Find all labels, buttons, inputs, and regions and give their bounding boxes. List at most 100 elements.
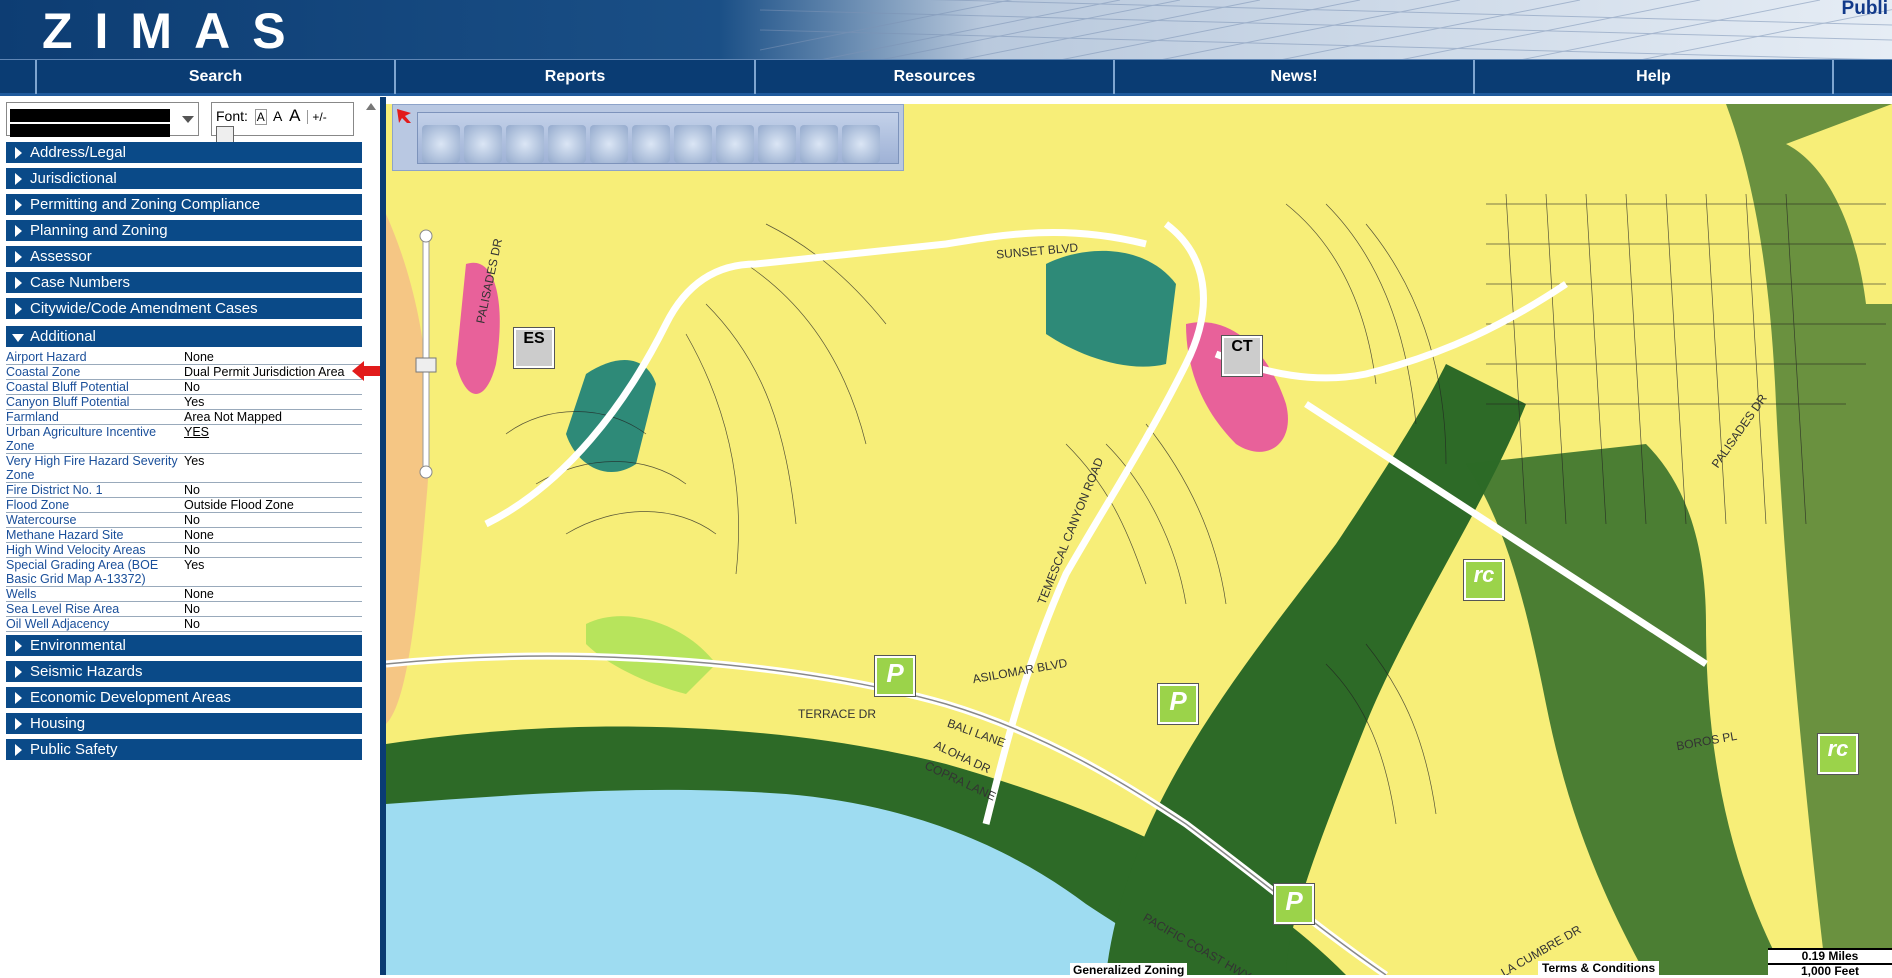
- section-case-numbers[interactable]: Case Numbers: [6, 272, 362, 294]
- section-label: Additional: [30, 328, 96, 345]
- row-key[interactable]: Urban Agriculture Incentive Zone: [6, 425, 181, 453]
- nav-more[interactable]: [1832, 60, 1892, 94]
- info-row: Flood Zone Outside Flood Zone: [6, 498, 362, 513]
- row-key[interactable]: Coastal Zone: [6, 365, 181, 379]
- row-key[interactable]: Very High Fire Hazard Severity Zone: [6, 454, 181, 482]
- row-key[interactable]: Oil Well Adjacency: [6, 617, 181, 631]
- nav-resources[interactable]: Resources: [754, 60, 1113, 94]
- row-key[interactable]: Sea Level Rise Area: [6, 602, 181, 616]
- section-label: Jurisdictional: [30, 170, 117, 187]
- nav-search[interactable]: Search: [35, 60, 394, 94]
- info-row: Fire District No. 1 No: [6, 483, 362, 498]
- redacted-value: [10, 109, 170, 122]
- close-toolbar-icon[interactable]: [397, 109, 411, 123]
- courthouse-ct-icon[interactable]: CT: [1222, 336, 1262, 376]
- row-key[interactable]: Airport Hazard: [6, 350, 181, 364]
- row-key[interactable]: Flood Zone: [6, 498, 181, 512]
- row-value: Yes: [184, 454, 205, 468]
- row-value: No: [184, 543, 200, 557]
- info-row: Airport Hazard None: [6, 350, 362, 365]
- map-toolbar: [392, 104, 904, 171]
- scale-bar: 0.19 Miles 1,000 Feet: [1768, 948, 1892, 977]
- expand-icon: [15, 147, 22, 159]
- row-value: No: [184, 602, 200, 616]
- font-medium-button[interactable]: A: [273, 108, 282, 124]
- zoom-in-icon[interactable]: [419, 229, 433, 243]
- chevron-down-icon: [182, 116, 194, 123]
- locate-icon[interactable]: [464, 125, 502, 163]
- info-row: Special Grading Area (BOE Basic Grid Map…: [6, 558, 362, 587]
- address-select[interactable]: [6, 102, 199, 137]
- recreation-center-icon[interactable]: rc: [1818, 734, 1858, 774]
- row-key[interactable]: Methane Hazard Site: [6, 528, 181, 542]
- parking-p-icon[interactable]: P: [875, 656, 915, 696]
- parking-p-icon[interactable]: P: [1274, 884, 1314, 924]
- school-es-icon[interactable]: ES: [514, 328, 554, 368]
- info-row: Sea Level Rise Area No: [6, 602, 362, 617]
- expand-icon: [15, 303, 22, 315]
- checklist-icon[interactable]: [716, 125, 754, 163]
- camera-icon[interactable]: [842, 125, 880, 163]
- section-label: Case Numbers: [30, 274, 131, 291]
- section-public-safety[interactable]: Public Safety: [6, 739, 362, 761]
- section-environmental[interactable]: Environmental: [6, 635, 362, 657]
- draw-icon[interactable]: [590, 125, 628, 163]
- row-key[interactable]: Wells: [6, 587, 181, 601]
- info-row: Oil Well Adjacency No: [6, 617, 362, 632]
- zoom-slider[interactable]: [414, 228, 438, 480]
- row-value-link[interactable]: YES: [184, 425, 209, 439]
- section-jurisdictional[interactable]: Jurisdictional: [6, 168, 362, 190]
- expand-icon: [15, 251, 22, 263]
- row-key[interactable]: Watercourse: [6, 513, 181, 527]
- list-icon[interactable]: [758, 125, 796, 163]
- row-key[interactable]: High Wind Velocity Areas: [6, 543, 181, 557]
- section-assessor[interactable]: Assessor: [6, 246, 362, 268]
- font-large-button[interactable]: A: [289, 106, 300, 125]
- section-label: Address/Legal: [30, 144, 126, 161]
- public-label: Publi: [1841, 0, 1888, 19]
- globe-icon[interactable]: [422, 125, 460, 163]
- top-nav: Search Reports Resources News! Help: [0, 59, 1892, 96]
- row-key[interactable]: Canyon Bluff Potential: [6, 395, 181, 409]
- row-value: Yes: [184, 395, 205, 409]
- zoning-map[interactable]: ES CT P P P rc rc PALISADES DR TERRACE D…: [386, 104, 1892, 975]
- section-economic[interactable]: Economic Development Areas: [6, 687, 362, 709]
- section-seismic[interactable]: Seismic Hazards: [6, 661, 362, 683]
- font-small-button[interactable]: A: [254, 109, 267, 125]
- info-icon[interactable]: [632, 125, 670, 163]
- recreation-center-icon[interactable]: rc: [1464, 560, 1504, 600]
- measure-icon[interactable]: [548, 125, 586, 163]
- font-toggle-button[interactable]: +/-: [307, 110, 327, 124]
- scroll-up-arrow[interactable]: [366, 103, 376, 110]
- section-additional[interactable]: Additional: [6, 326, 362, 348]
- comment-icon[interactable]: [674, 125, 712, 163]
- zoom-handle[interactable]: [415, 357, 437, 373]
- parking-p-icon[interactable]: P: [1158, 684, 1198, 724]
- map-canvas[interactable]: [386, 104, 1892, 975]
- info-row: Wells None: [6, 587, 362, 602]
- info-row: Canyon Bluff Potential Yes: [6, 395, 362, 410]
- row-key[interactable]: Farmland: [6, 410, 181, 424]
- row-value: No: [184, 513, 200, 527]
- terms-link[interactable]: Terms & Conditions: [1538, 961, 1660, 975]
- nav-help[interactable]: Help: [1473, 60, 1832, 94]
- section-permitting[interactable]: Permitting and Zoning Compliance: [6, 194, 362, 216]
- section-planning-zoning[interactable]: Planning and Zoning: [6, 220, 362, 242]
- zoom-out-icon[interactable]: [419, 465, 433, 479]
- row-key[interactable]: Special Grading Area (BOE Basic Grid Map…: [6, 558, 181, 586]
- nav-reports[interactable]: Reports: [394, 60, 754, 94]
- row-key[interactable]: Fire District No. 1: [6, 483, 181, 497]
- expand-icon: [15, 199, 22, 211]
- print-icon[interactable]: [800, 125, 838, 163]
- section-address-legal[interactable]: Address/Legal: [6, 142, 362, 164]
- row-key[interactable]: Coastal Bluff Potential: [6, 380, 181, 394]
- red-arrow-icon: [352, 361, 380, 381]
- section-citywide-cases[interactable]: Citywide/Code Amendment Cases: [6, 298, 362, 320]
- select-icon[interactable]: [506, 125, 544, 163]
- info-row: Farmland Area Not Mapped: [6, 410, 362, 425]
- nav-news[interactable]: News!: [1113, 60, 1473, 94]
- row-value: None: [184, 587, 214, 601]
- section-housing[interactable]: Housing: [6, 713, 362, 735]
- redacted-value: [10, 124, 170, 137]
